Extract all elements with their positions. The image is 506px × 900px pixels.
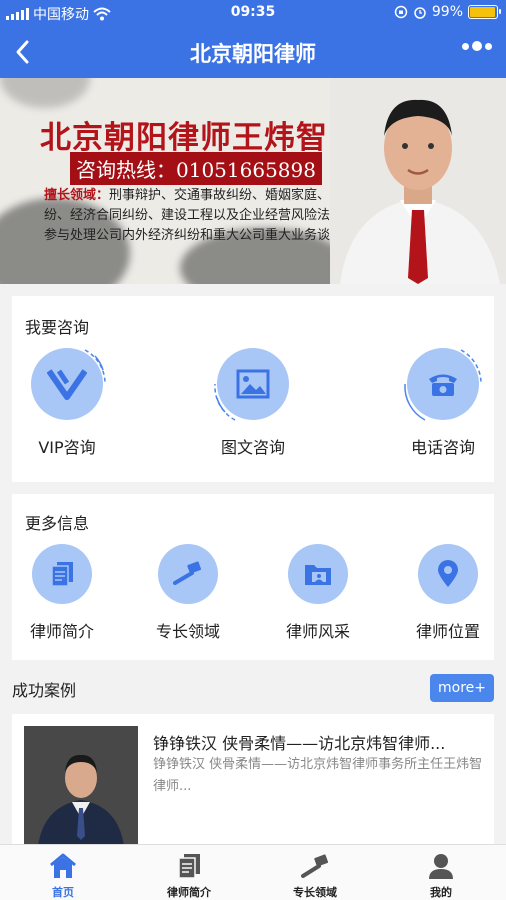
document-icon [51,562,73,587]
case-thumbnail [24,726,138,846]
status-bar: 中国移动 09:35 99% [0,0,506,26]
more-info-title: 更多信息 [25,514,90,533]
lawyer-portrait [330,78,506,284]
person-icon [429,854,453,879]
consult-card: 我要咨询 VIP咨询 图文咨询 电话咨询 [12,296,494,482]
alarm-icon [414,7,426,19]
banner-hotline: 咨询热线：01051665898 [70,152,322,185]
more-info-card: 更多信息 律师简介 专长领域 律师风采 律师位置 [12,494,494,660]
specialty-button[interactable]: 专长领域 [138,544,238,642]
success-cases-header: 成功案例 more+ [12,674,494,704]
battery-percent: 99% [431,4,463,20]
lawyer-profile-label: 律师简介 [29,622,94,641]
lawyer-location-button[interactable]: 律师位置 [398,544,498,642]
lawyer-banner[interactable]: 北京朝阳律师王炜智 咨询热线：01051665898 擅长领域：刑事辩护、交通事… [0,78,506,284]
lawyer-gallery-button[interactable]: 律师风采 [268,544,368,642]
image-text-consult-label: 图文咨询 [220,438,285,457]
lawyer-location-label: 律师位置 [415,622,480,641]
vip-consult-label: VIP咨询 [38,438,96,457]
consult-title: 我要咨询 [25,318,90,337]
case-title: 铮铮铁汉 侠骨柔情——访北京炜智律师... [153,734,446,753]
lawyer-profile-button[interactable]: 律师简介 [12,544,112,642]
tab-lawyer-profile[interactable]: 律师简介 [126,845,252,900]
phone-consult-label: 电话咨询 [410,438,475,457]
vip-consult-button[interactable]: VIP咨询 [12,348,122,458]
nav-bar: 北京朝阳律师 [0,26,506,78]
more-options-icon[interactable] [462,41,492,51]
more-cases-button[interactable]: more+ [430,674,494,702]
bottom-tab-bar: 首页 律师简介 专长领域 我的 [0,844,506,900]
tab-specialty-label: 专长领域 [293,886,337,899]
lawyer-gallery-label: 律师风采 [285,622,350,641]
home-icon [50,853,76,878]
location-icon [438,560,458,587]
gavel-icon [301,854,329,878]
battery-icon [468,5,501,19]
folder-icon [305,565,331,585]
tab-mine-label: 我的 [430,886,452,899]
document-icon [178,854,200,879]
tab-mine[interactable]: 我的 [378,845,504,900]
case-list-item[interactable]: 铮铮铁汉 侠骨柔情——访北京炜智律师... 铮铮铁汉 侠骨柔情——访北京炜智律师… [12,714,494,846]
phone-consult-button[interactable]: 电话咨询 [388,348,498,458]
specialty-label: 专长领域 [155,622,220,641]
tab-lawyer-profile-label: 律师简介 [167,886,211,899]
rotation-lock-icon [394,5,408,19]
tab-specialty[interactable]: 专长领域 [252,845,378,900]
page-title: 北京朝阳律师 [190,42,316,66]
image-text-consult-button[interactable]: 图文咨询 [198,348,308,458]
tab-home-label: 首页 [52,886,74,899]
specialty-label: 擅长领域： [44,188,110,203]
tab-home[interactable]: 首页 [0,845,126,900]
success-cases-title: 成功案例 [12,681,77,700]
gavel-icon [173,561,202,585]
case-summary: 铮铮铁汉 侠骨柔情——访北京炜智律师事务所主任王炜智律师... [153,757,483,794]
banner-title: 北京朝阳律师王炜智 [40,120,328,156]
